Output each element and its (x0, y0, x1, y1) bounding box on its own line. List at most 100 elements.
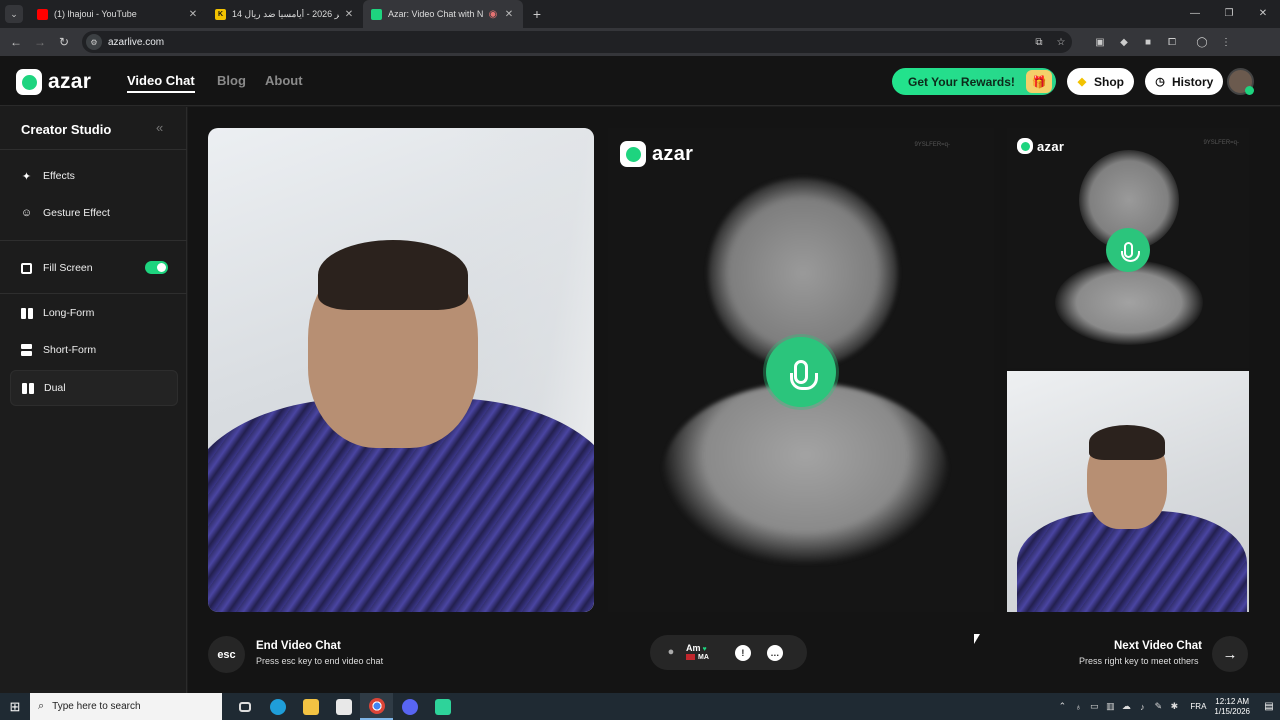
extension-diamond-icon[interactable]: ◆ (1112, 37, 1136, 48)
sidebar-item-effects[interactable]: ✦ Effects (10, 158, 178, 194)
reload-icon[interactable]: ↻ (52, 35, 76, 49)
language-indicator[interactable]: FRA (1190, 702, 1206, 711)
azar-logo-icon (1017, 138, 1033, 154)
close-window-icon[interactable]: ✕ (1246, 0, 1280, 28)
mouse-cursor-icon (974, 634, 980, 644)
chrome-icon[interactable] (360, 693, 393, 720)
magic-wand-icon: ✦ (21, 170, 32, 183)
nav-about[interactable]: About (265, 73, 303, 88)
sidebar-item-label: Effects (43, 170, 75, 182)
azar-logo[interactable]: azar (16, 69, 91, 95)
back-icon[interactable]: ← (4, 35, 28, 49)
network-icon[interactable]: ▥ (1102, 701, 1118, 712)
edge-icon[interactable] (261, 693, 294, 720)
avatar[interactable] (1227, 68, 1254, 95)
silhouette-body (663, 383, 948, 563)
site-favicon-icon: K (215, 8, 226, 20)
tab-search-icon[interactable]: ⌄ (5, 5, 23, 23)
long-form-icon (20, 307, 33, 320)
sidebar-item-short-form[interactable]: Short-Form (10, 332, 178, 368)
rewards-button[interactable]: Get Your Rewards! 🎁 (892, 68, 1056, 95)
sidebar-item-label: Long-Form (43, 307, 95, 319)
person-hair (318, 240, 468, 310)
nav-blog[interactable]: Blog (217, 73, 246, 88)
shop-button[interactable]: ◆ Shop (1067, 68, 1134, 95)
rewards-label: Get Your Rewards! (908, 74, 1015, 89)
shop-label: Shop (1094, 74, 1124, 89)
taskbar-search[interactable]: ⌕ Type here to search (30, 693, 222, 720)
microphone-icon (766, 337, 836, 407)
more-menu-icon[interactable]: ⋮ (1214, 37, 1238, 48)
clock-icon: ◷ (1155, 76, 1165, 88)
close-tab-icon[interactable]: ✕ (503, 9, 515, 20)
system-tray: ⌃ ♁ ▭ ▥ ☁ ♪ ✎ ✱ FRA 12:12 AM 1/15/2026 ▤ (1054, 693, 1280, 720)
peer-info[interactable]: Am ♥ MA (686, 643, 709, 661)
file-explorer-icon[interactable] (294, 693, 327, 720)
close-tab-icon[interactable]: ✕ (343, 9, 355, 20)
microphone-tray-icon[interactable]: ♁ (1070, 702, 1086, 712)
notifications-icon[interactable]: ▤ (1258, 701, 1280, 712)
close-tab-icon[interactable]: ✕ (187, 9, 199, 20)
gift-icon: 🎁 (1026, 70, 1052, 93)
new-tab-button[interactable]: + (527, 6, 547, 22)
translate-icon[interactable]: ▣ (1088, 37, 1112, 48)
app-icon[interactable] (426, 693, 459, 720)
peer-country: MA (686, 654, 709, 661)
mini-local-preview (1007, 371, 1249, 612)
install-app-icon[interactable]: ⧉ (1028, 37, 1050, 48)
tab-title: (1) lhajoui - YouTube (54, 9, 137, 19)
url-text[interactable]: azarlive.com (108, 37, 1028, 48)
watermark-text: azar (652, 142, 694, 165)
window-controls: — ❐ ✕ (1178, 0, 1280, 28)
next-chat-button[interactable]: → (1212, 636, 1248, 672)
bookmark-star-icon[interactable]: ☆ (1050, 37, 1072, 48)
sidebar-item-gesture-effect[interactable]: ☺ Gesture Effect (10, 195, 178, 231)
tab-title: 14 يناير 2026 - أيامسيا ضد ريال... (232, 8, 339, 19)
store-icon[interactable] (327, 693, 360, 720)
nav-video-chat[interactable]: Video Chat (127, 73, 195, 93)
volume-icon[interactable]: ♪ (1134, 702, 1150, 712)
gem-icon: ◆ (1077, 76, 1087, 88)
end-chat-hint: Press esc key to end video chat (256, 656, 384, 666)
azar-favicon-icon (371, 8, 382, 20)
profile-icon[interactable]: ◯ (1190, 37, 1214, 48)
history-button[interactable]: ◷ History (1145, 68, 1224, 95)
tab-youtube[interactable]: (1) lhajoui - YouTube ✕ (29, 0, 207, 28)
site-info-icon[interactable]: ⚙ (86, 34, 102, 50)
search-icon: ⌕ (38, 700, 45, 712)
bluetooth-icon[interactable]: ✱ (1166, 701, 1182, 712)
short-form-icon (20, 344, 33, 357)
report-shield-icon[interactable]: ! (734, 644, 751, 661)
sidebar-item-label: Gesture Effect (43, 207, 110, 219)
minimize-icon[interactable]: — (1178, 0, 1212, 28)
app-header: azar Video Chat Blog About Get Your Rewa… (0, 56, 1280, 106)
time-text: 12:12 AM (1215, 696, 1250, 706)
double-chevron-left-icon[interactable]: « (156, 120, 163, 135)
tab-match[interactable]: K 14 يناير 2026 - أيامسيا ضد ريال... ✕ (207, 0, 363, 28)
restore-icon[interactable]: ❐ (1212, 0, 1246, 28)
pen-icon[interactable]: ✎ (1150, 701, 1166, 712)
extensions: ▣ ◆ ■ ⧠ ◯ ⋮ (1088, 37, 1238, 48)
address-bar[interactable]: ⚙ azarlive.com ⧉ ☆ (82, 31, 1072, 53)
chat-bubble-icon[interactable]: … (766, 644, 783, 661)
end-chat-button[interactable]: esc (208, 636, 245, 673)
camera-tray-icon[interactable]: ▭ (1086, 701, 1102, 712)
discord-icon[interactable] (393, 693, 426, 720)
onedrive-icon[interactable]: ☁ (1118, 701, 1134, 712)
forward-icon[interactable]: → (28, 35, 52, 49)
local-camera-feed (208, 128, 594, 612)
online-badge (1245, 86, 1254, 95)
recording-icon: ◉ (488, 8, 498, 20)
windows-start-icon[interactable]: ⊞ (0, 699, 30, 715)
fill-screen-toggle[interactable] (145, 261, 168, 274)
smile-icon: ☺ (20, 207, 33, 219)
clock[interactable]: 12:12 AM 1/15/2026 (1214, 697, 1250, 717)
peer-country-code: MA (698, 653, 709, 661)
sidebar-item-long-form[interactable]: Long-Form (10, 295, 178, 331)
task-view-icon[interactable] (228, 693, 261, 720)
puzzle-icon[interactable]: ⧠ (1160, 37, 1184, 48)
extension-square-icon[interactable]: ■ (1136, 37, 1160, 48)
sidebar-item-dual[interactable]: Dual (10, 370, 178, 406)
chevron-up-icon[interactable]: ⌃ (1054, 701, 1070, 712)
tab-azar[interactable]: Azar: Video Chat with New ◉ ✕ (363, 0, 523, 28)
